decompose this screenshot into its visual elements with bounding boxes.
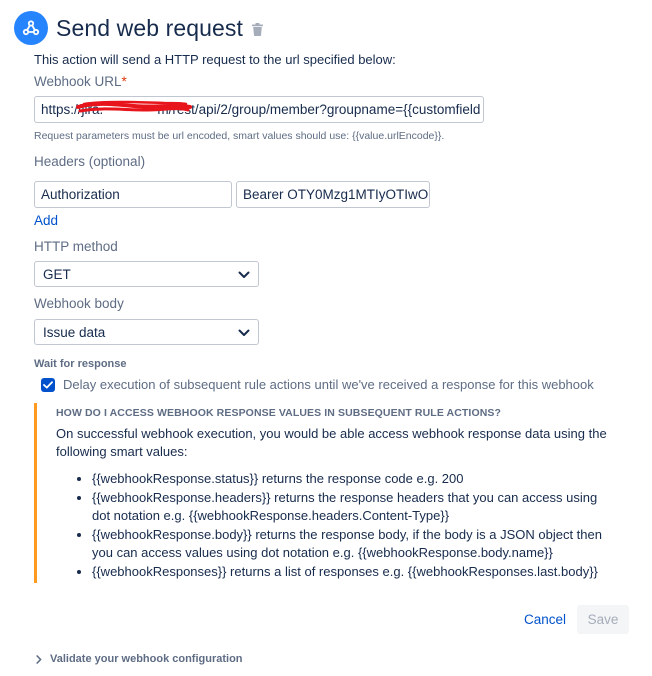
required-mark: * <box>121 74 127 89</box>
wait-for-response-label: Wait for response <box>34 358 127 370</box>
webhook-body-select[interactable]: Issue data <box>34 319 259 345</box>
list-item: {{webhookResponses}} returns a list of r… <box>92 563 616 581</box>
validate-configuration-toggle[interactable]: Validate your webhook configuration <box>36 653 243 665</box>
http-method-select[interactable]: GET <box>34 261 259 287</box>
list-item: {{webhookResponse.headers}} returns the … <box>92 489 616 525</box>
page-title: Send web request <box>56 14 244 41</box>
info-panel-body: On successful webhook execution, you wou… <box>56 426 607 459</box>
add-header-link[interactable]: Add <box>34 213 58 228</box>
list-item: {{webhookResponse.body}} returns the res… <box>92 526 616 562</box>
redaction-scribble <box>76 100 192 113</box>
save-button[interactable]: Save <box>577 605 629 634</box>
header-key-input[interactable]: Authorization <box>34 181 232 208</box>
delay-execution-label[interactable]: Delay execution of subsequent rule actio… <box>63 377 594 392</box>
action-description: This action will send a HTTP request to … <box>34 52 396 67</box>
header-value-input[interactable]: Bearer OTY0Mzg1MTIyOTIwOm <box>236 181 430 208</box>
url-help-text: Request parameters must be url encoded, … <box>34 130 445 142</box>
webhook-url-label: Webhook URL* <box>34 74 127 89</box>
headers-label: Headers (optional) <box>34 154 146 169</box>
chevron-down-icon <box>238 267 250 282</box>
validate-label: Validate your webhook configuration <box>50 653 243 665</box>
webhook-body-value: Issue data <box>43 324 106 340</box>
smart-values-list: {{webhookResponse.status}} returns the r… <box>56 470 616 581</box>
webhook-icon <box>14 11 48 45</box>
header-value-value: Bearer OTY0Mzg1MTIyOTIwOm <box>243 187 430 202</box>
cancel-button[interactable]: Cancel <box>524 612 566 627</box>
webhook-body-label: Webhook body <box>34 296 124 311</box>
http-method-label: HTTP method <box>34 239 118 254</box>
http-method-value: GET <box>43 266 71 282</box>
list-item: {{webhookResponse.status}} returns the r… <box>92 470 616 488</box>
rule-header: Send web request <box>14 11 264 45</box>
info-panel-title: HOW DO I ACCESS WEBHOOK RESPONSE VALUES … <box>56 407 502 419</box>
check-icon <box>43 381 53 389</box>
trash-icon[interactable] <box>252 23 264 36</box>
header-key-value: Authorization <box>41 187 120 202</box>
webhook-url-label-text: Webhook URL <box>34 74 122 89</box>
webhook-response-info-panel: HOW DO I ACCESS WEBHOOK RESPONSE VALUES … <box>34 403 624 583</box>
chevron-right-icon <box>36 654 42 664</box>
chevron-down-icon <box>238 325 250 340</box>
delay-execution-checkbox[interactable] <box>41 378 55 392</box>
